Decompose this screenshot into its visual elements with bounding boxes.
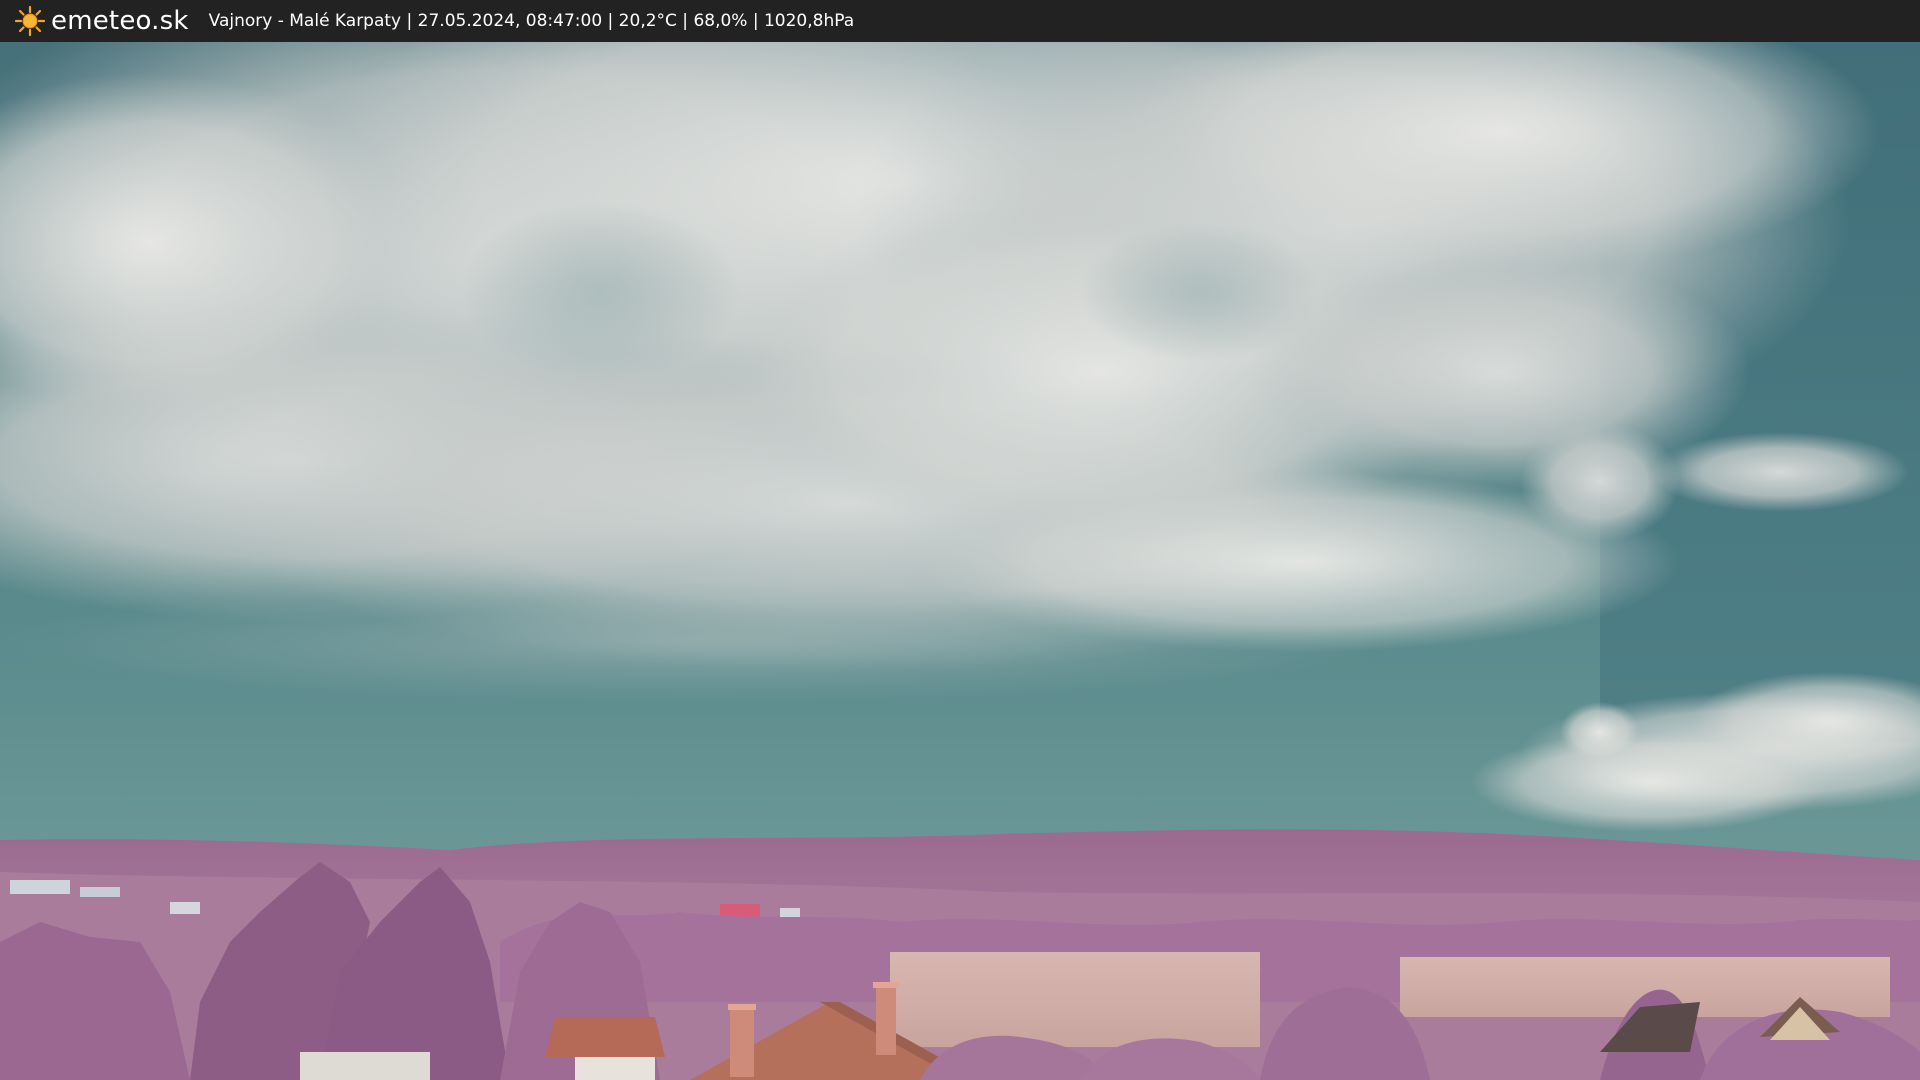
sun-icon: [14, 5, 46, 37]
station-caption: Vajnory - Malé Karpaty | 27.05.2024, 08:…: [208, 11, 855, 31]
webcam-image: [0, 42, 1920, 1080]
webcam-frame: emeteo.sk Vajnory - Malé Karpaty | 27.05…: [0, 0, 1920, 1080]
site-logo[interactable]: emeteo.sk: [14, 5, 189, 37]
brand-name[interactable]: emeteo.sk: [51, 6, 189, 36]
header-bar: emeteo.sk Vajnory - Malé Karpaty | 27.05…: [0, 0, 1920, 42]
